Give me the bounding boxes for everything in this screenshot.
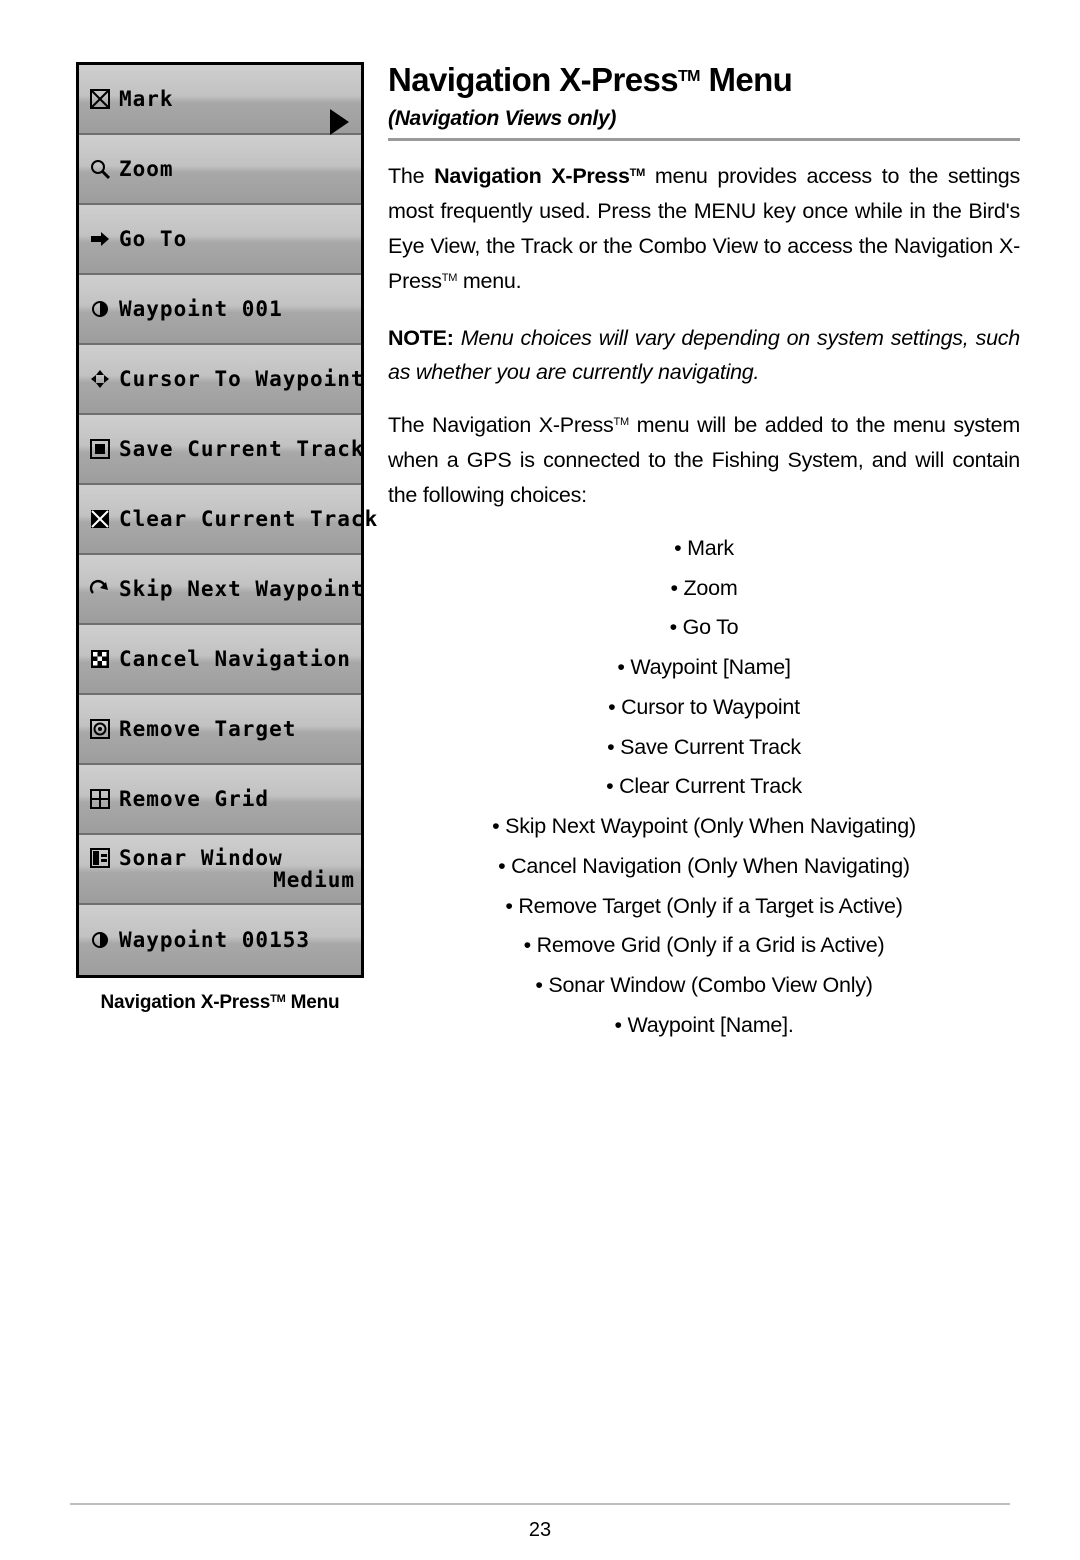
menu-item-zoom[interactable]: Zoom [79, 135, 361, 205]
list-item: Cursor to Waypoint [388, 688, 1020, 728]
menu-item-label: Waypoint 00153 [119, 928, 311, 952]
list-item: Remove Grid (Only if a Grid is Active) [388, 926, 1020, 966]
figure-caption: Navigation X-PressTM Menu [76, 992, 364, 1014]
menu-item-skip-next-waypoint[interactable]: Skip Next Waypoint [79, 555, 364, 625]
crosshair-icon [87, 367, 113, 391]
list-item: Waypoint [Name]. [388, 1006, 1020, 1046]
paragraph-choices-intro: The Navigation X-PressTM menu will be ad… [388, 408, 1020, 512]
menu-item-remove-target[interactable]: Remove Target [79, 695, 361, 765]
choices-list: Mark Zoom Go To Waypoint [Name] Cursor t… [388, 529, 1020, 1046]
menu-item-label: Cancel Navigation [119, 647, 351, 671]
paragraph-intro-pre: The [388, 164, 435, 189]
list-item: Save Current Track [388, 728, 1020, 768]
menu-item-value: Medium [273, 868, 355, 892]
menu-item-label: Zoom [119, 157, 174, 181]
menu-item-label: Remove Target [119, 717, 297, 741]
magnifier-icon [87, 157, 113, 181]
target-circle-icon [87, 717, 113, 741]
paragraph-choices-trademark: TM [613, 416, 630, 429]
menu-expand-arrow-icon[interactable] [330, 109, 349, 135]
menu-item-label: Skip Next Waypoint [119, 577, 365, 601]
menu-item-label: Sonar Window [119, 846, 283, 870]
paragraph-intro-bold: Navigation X-Press [434, 164, 630, 189]
menu-item-waypoint-001[interactable]: Waypoint 001 [79, 275, 361, 345]
menu-item-label: Go To [119, 227, 188, 251]
note-label: NOTE: [388, 325, 454, 350]
paragraph-intro-bold-trademark: TM [629, 167, 646, 180]
menu-item-label: Mark [119, 87, 174, 111]
page-subtitle: (Navigation Views only) [388, 107, 617, 131]
paragraph-choices-pre: The Navigation X-Press [388, 413, 614, 438]
page-title-text: Navigation X-Press [388, 61, 679, 98]
menu-item-cancel-navigation[interactable]: Cancel Navigation [79, 625, 361, 695]
note-text: Menu choices will vary depending on syst… [388, 325, 1020, 385]
menu-item-save-current-track[interactable]: Save Current Track [79, 415, 364, 485]
figure-caption-text: Navigation X-Press [100, 992, 271, 1013]
footer-divider [70, 1503, 1010, 1505]
page-title-tail: Menu [699, 61, 793, 98]
menu-item-sonar-window[interactable]: Sonar Window Medium [79, 835, 361, 905]
list-item: Zoom [388, 569, 1020, 609]
waypoint-circle-icon [87, 297, 113, 321]
menu-item-waypoint-00153[interactable]: Waypoint 00153 [79, 905, 361, 975]
paragraph-note: NOTE: Menu choices will vary depending o… [388, 321, 1020, 391]
list-item: Go To [388, 608, 1020, 648]
grid-icon [87, 787, 113, 811]
article-content: Navigation X-PressTM Menu (Navigation Vi… [388, 61, 1020, 1046]
page-title-trademark: TM [677, 68, 701, 85]
navigation-menu-figure: Mark Zoom Go To Waypoint 001 Cursor To W… [76, 62, 377, 1014]
list-item: Clear Current Track [388, 767, 1020, 807]
menu-item-mark[interactable]: Mark [79, 65, 361, 135]
menu-item-label: Remove Grid [119, 787, 270, 811]
menu-item-remove-grid[interactable]: Remove Grid [79, 765, 361, 835]
skip-arrow-icon [87, 577, 113, 601]
menu-item-label: Cursor To Waypoint [119, 367, 365, 391]
menu-item-cursor-to-waypoint[interactable]: Cursor To Waypoint [79, 345, 364, 415]
paragraph-intro-trademark-2: TM [441, 271, 458, 284]
figure-caption-trademark: TM [270, 993, 286, 1005]
cancel-flag-icon [87, 647, 113, 671]
header-divider [388, 138, 1020, 142]
menu-item-go-to[interactable]: Go To [79, 205, 361, 275]
clear-x-icon [87, 507, 113, 531]
waypoint-circle-icon [87, 928, 113, 952]
arrow-right-icon [87, 227, 113, 251]
figure-caption-tail: Menu [285, 992, 340, 1013]
list-item: Cancel Navigation (Only When Navigating) [388, 847, 1020, 887]
paragraph-intro: The Navigation X-PressTM menu provides a… [388, 159, 1020, 298]
menu-item-label: Save Current Track [119, 437, 365, 461]
page-number: 23 [528, 1519, 552, 1541]
list-item: Waypoint [Name] [388, 648, 1020, 688]
sonar-window-icon [87, 846, 113, 870]
paragraph-intro-end: menu. [457, 268, 522, 293]
mark-x-box-icon [87, 87, 113, 111]
menu-item-label: Clear Current Track [119, 507, 379, 531]
list-item: Sonar Window (Combo View Only) [388, 966, 1020, 1006]
page-title: Navigation X-PressTM Menu [388, 61, 1020, 98]
list-item: Skip Next Waypoint (Only When Navigating… [388, 807, 1020, 847]
menu-item-clear-current-track[interactable]: Clear Current Track [79, 485, 377, 555]
list-item: Remove Target (Only if a Target is Activ… [388, 887, 1020, 927]
list-item: Mark [388, 529, 1020, 569]
navigation-xpress-menu-panel: Mark Zoom Go To Waypoint 001 Cursor To W… [76, 62, 377, 978]
menu-item-label: Waypoint 001 [119, 297, 283, 321]
save-disk-icon [87, 437, 113, 461]
